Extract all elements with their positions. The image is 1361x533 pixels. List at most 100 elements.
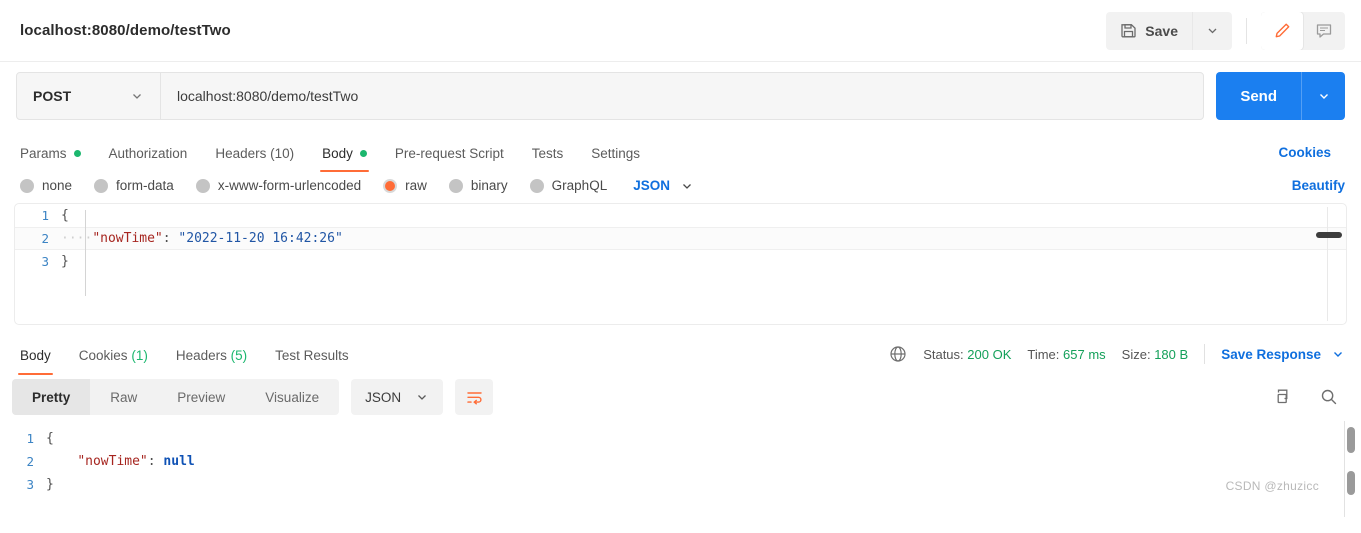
tab-label: Params <box>20 145 67 161</box>
body-format-value: JSON <box>633 178 670 193</box>
view-visualize[interactable]: Visualize <box>245 379 339 415</box>
word-wrap-button[interactable] <box>455 379 494 415</box>
edit-mode-button[interactable] <box>1261 11 1303 50</box>
response-tabs-bar: Body Cookies (1) Headers (5) Test Result… <box>0 333 1361 375</box>
tab-label: Pre-request Script <box>394 145 504 161</box>
status-dot <box>73 149 81 157</box>
tab-settings[interactable]: Settings <box>577 132 654 172</box>
send-button[interactable]: Send <box>1216 72 1301 120</box>
code-content: } <box>61 254 69 269</box>
body-type-form-data[interactable]: form-data <box>94 178 174 193</box>
body-type-x-www-form-urlencoded[interactable]: x-www-form-urlencoded <box>195 178 361 193</box>
view-raw[interactable]: Raw <box>90 379 157 415</box>
save-response-label: Save Response <box>1221 346 1321 362</box>
search-button[interactable] <box>1319 387 1339 407</box>
response-code: 1 { 2 "nowTime" : null 3 } <box>0 427 1361 496</box>
response-body-viewer[interactable]: 1 { 2 "nowTime" : null 3 } CSDN @zhuzicc <box>0 421 1361 517</box>
save-response-button[interactable]: Save Response <box>1221 347 1345 362</box>
tab-body[interactable]: Body <box>308 132 381 172</box>
cookies-link[interactable]: Cookies <box>1278 145 1331 160</box>
response-scroll-rule <box>1344 421 1345 517</box>
tab-headers[interactable]: Headers (10) <box>201 132 308 172</box>
toolbar-divider <box>1246 17 1247 44</box>
copy-icon <box>1273 387 1293 407</box>
save-button-group: Save <box>1106 11 1232 50</box>
time-group: Time: 657 ms <box>1027 347 1105 362</box>
time-label: Time: <box>1027 346 1060 362</box>
tab-params[interactable]: Params <box>16 132 95 172</box>
radio-icon <box>529 178 544 193</box>
view-preview[interactable]: Preview <box>157 379 245 415</box>
time-value: 657 ms <box>1063 346 1106 362</box>
response-vertical-scrollbar[interactable] <box>1347 425 1355 499</box>
code-line: 3 } <box>0 473 1361 496</box>
response-format-value: JSON <box>365 389 402 405</box>
beautify-link[interactable]: Beautify <box>1292 178 1345 193</box>
save-button[interactable]: Save <box>1106 12 1192 50</box>
body-type-none[interactable]: none <box>20 178 72 193</box>
chevron-down-icon <box>1206 24 1219 37</box>
chevron-down-icon <box>415 390 429 404</box>
status-divider <box>1204 344 1206 364</box>
scrollbar-thumb[interactable] <box>1347 427 1355 453</box>
body-format-select[interactable]: JSON <box>633 178 694 193</box>
response-status-bar: Status: 200 OK Time: 657 ms Size: 180 B … <box>889 344 1345 364</box>
body-type-row: none form-data x-www-form-urlencoded raw… <box>0 172 1361 203</box>
response-tab-headers[interactable]: Headers (5) <box>162 333 261 375</box>
request-tabs: Params Authorization Headers (10) Body P… <box>0 132 1361 172</box>
request-code: 1 { 2 ···· "nowTime" : "2022-11-20 16:42… <box>15 204 1346 273</box>
tab-label: Settings <box>591 145 640 161</box>
comment-icon <box>1315 22 1333 40</box>
view-label: Pretty <box>32 389 71 405</box>
send-options-dropdown[interactable] <box>1301 72 1345 120</box>
response-tab-test-results[interactable]: Test Results <box>261 333 363 375</box>
code-line: 2 "nowTime" : null <box>0 450 1361 473</box>
body-type-label: form-data <box>116 178 174 193</box>
response-toolbar-actions <box>1273 387 1345 407</box>
body-type-raw[interactable]: raw <box>383 178 427 193</box>
response-tab-cookies[interactable]: Cookies (1) <box>65 333 162 375</box>
globe-icon <box>889 345 907 363</box>
response-format-select[interactable]: JSON <box>351 379 444 415</box>
body-type-label: none <box>42 178 73 193</box>
save-options-dropdown[interactable] <box>1192 11 1232 50</box>
tab-label: Body <box>322 145 353 161</box>
search-icon <box>1319 387 1339 407</box>
request-url-input[interactable] <box>161 73 1204 119</box>
send-button-label: Send <box>1240 87 1277 105</box>
send-button-group: Send <box>1216 72 1345 120</box>
body-type-graphql[interactable]: GraphQL <box>529 178 608 193</box>
status-value: 200 OK <box>967 346 1012 362</box>
radio-icon <box>94 178 109 193</box>
watermark: CSDN @zhuzicc <box>1225 479 1319 493</box>
view-label: Visualize <box>265 389 320 405</box>
body-type-label: binary <box>470 178 508 193</box>
copy-button[interactable] <box>1273 387 1293 407</box>
view-label: Preview <box>177 389 226 405</box>
body-type-label: GraphQL <box>551 178 608 193</box>
body-type-label: raw <box>405 178 427 193</box>
body-type-binary[interactable]: binary <box>448 178 508 193</box>
code-content: { <box>46 431 54 446</box>
request-body-editor[interactable]: 1 { 2 ···· "nowTime" : "2022-11-20 16:42… <box>14 203 1347 325</box>
status-dot <box>359 149 367 157</box>
scrollbar-thumb-secondary[interactable] <box>1347 471 1355 495</box>
radio-icon-selected <box>383 178 398 193</box>
view-pretty[interactable]: Pretty <box>12 379 91 415</box>
tab-label: Authorization <box>108 145 188 161</box>
tab-pre-request-script[interactable]: Pre-request Script <box>381 132 518 172</box>
size-group: Size: 180 B <box>1122 347 1189 362</box>
response-tab-body[interactable]: Body <box>16 333 65 375</box>
size-label: Size: <box>1121 346 1151 362</box>
comments-button[interactable] <box>1303 12 1345 50</box>
response-tab-label: Body <box>20 347 51 363</box>
response-tab-label: Cookies <box>78 347 128 363</box>
editor-horizontal-scrollbar[interactable] <box>1316 232 1342 238</box>
tab-authorization[interactable]: Authorization <box>95 132 202 172</box>
chevron-down-icon <box>130 89 144 103</box>
response-tab-count: (1) <box>131 347 148 363</box>
line-number: 2 <box>26 454 34 469</box>
http-method-select[interactable]: POST <box>17 73 161 119</box>
tab-tests[interactable]: Tests <box>518 132 578 172</box>
word-wrap-icon <box>465 388 484 407</box>
